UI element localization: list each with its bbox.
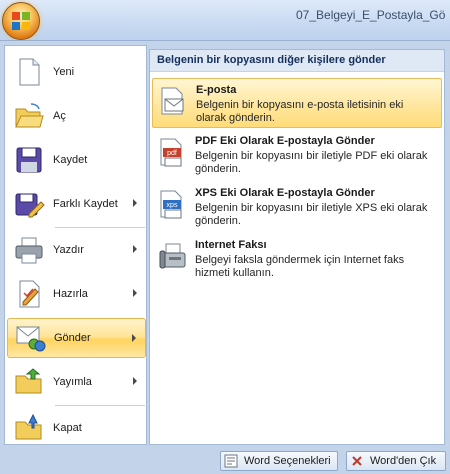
office-menu-commands: Yeni Aç Kaydet Farklı Kaydet Yazdır Hazı… (4, 45, 147, 445)
svg-text:xps: xps (167, 202, 178, 209)
menu-item-label: Yeni (53, 66, 75, 78)
submenu-item-description: Belgeyi faksla göndermek için Internet f… (195, 254, 405, 279)
submenu-arrow-icon (133, 289, 137, 297)
svg-text:pdf: pdf (167, 150, 177, 157)
options-icon (224, 454, 238, 468)
submenu-arrow-icon (132, 334, 136, 342)
submenu-header: Belgenin bir kopyasını diğer kişilere gö… (150, 50, 444, 72)
submenu-item-email[interactable]: E-posta Belgenin bir kopyasını e-posta i… (152, 78, 442, 128)
exit-word-button[interactable]: Word'den Çık (346, 451, 446, 471)
submenu-arrow-icon (133, 245, 137, 253)
save-disk-icon (13, 144, 45, 176)
submenu-item-internet-fax[interactable]: Internet Faksı Belgeyi faksla göndermek … (152, 234, 442, 284)
printer-icon (13, 234, 45, 266)
submenu-item-description: Belgenin bir kopyasını bir iletiyle XPS … (195, 202, 428, 227)
office-button[interactable] (2, 2, 40, 40)
menu-item-label: Kapat (53, 422, 82, 434)
menu-item-label: Kaydet (53, 154, 88, 166)
publish-icon (13, 366, 45, 398)
exit-word-label: Word'den Çık (370, 455, 437, 467)
close-x-icon (350, 454, 364, 468)
send-submenu: Belgenin bir kopyasını diğer kişilere gö… (149, 49, 445, 445)
xps-email-icon: xps (157, 188, 187, 220)
menu-item-label: Hazırla (53, 288, 88, 300)
menu-item-publish[interactable]: Yayımla (7, 362, 146, 402)
submenu-item-title: XPS Eki Olarak E-postayla Gönder (195, 187, 375, 199)
submenu-item-title: E-posta (196, 84, 237, 96)
menu-item-open[interactable]: Aç (7, 96, 146, 136)
window-title: 07_Belgeyi_E_Postayla_Gönder (296, 8, 446, 22)
menu-item-label: Gönder (54, 332, 91, 344)
menu-item-send[interactable]: Gönder (7, 318, 146, 358)
email-icon (158, 85, 188, 117)
submenu-item-description: Belgenin bir kopyasını bir iletiyle PDF … (195, 150, 428, 175)
office-menu: Yeni Aç Kaydet Farklı Kaydet Yazdır Hazı… (0, 40, 450, 474)
menu-separator (55, 227, 145, 228)
menu-item-label: Aç (53, 110, 66, 122)
office-logo-icon (12, 12, 30, 30)
menu-item-print[interactable]: Yazdır (7, 230, 146, 270)
menu-separator (55, 405, 145, 406)
submenu-arrow-icon (133, 377, 137, 385)
open-folder-icon (13, 100, 45, 132)
pdf-email-icon: pdf (157, 136, 187, 168)
word-options-button[interactable]: Word Seçenekleri (220, 451, 338, 471)
send-icon (14, 322, 46, 354)
menu-item-label: Yazdır (53, 244, 84, 256)
menu-item-save[interactable]: Kaydet (7, 140, 146, 180)
new-document-icon (13, 56, 45, 88)
submenu-arrow-icon (133, 199, 137, 207)
menu-item-prepare[interactable]: Hazırla (7, 274, 146, 314)
word-options-label: Word Seçenekleri (244, 455, 331, 467)
menu-item-close[interactable]: Kapat (7, 408, 146, 448)
submenu-item-title: Internet Faksı (195, 239, 267, 251)
save-as-icon (13, 188, 45, 220)
fax-icon (157, 240, 187, 272)
prepare-icon (13, 278, 45, 310)
submenu-item-title: PDF Eki Olarak E-postayla Gönder (195, 135, 375, 147)
submenu-item-description: Belgenin bir kopyasını e-posta iletisini… (196, 99, 404, 124)
menu-item-new[interactable]: Yeni (7, 52, 146, 92)
menu-item-save-as[interactable]: Farklı Kaydet (7, 184, 146, 224)
close-folder-icon (13, 412, 45, 444)
submenu-item-pdf-email[interactable]: pdf PDF Eki Olarak E-postayla Gönder Bel… (152, 130, 442, 180)
title-bar: 07_Belgeyi_E_Postayla_Gönder (0, 0, 450, 44)
menu-item-label: Farklı Kaydet (53, 198, 118, 210)
submenu-item-xps-email[interactable]: xps XPS Eki Olarak E-postayla Gönder Bel… (152, 182, 442, 232)
menu-item-label: Yayımla (53, 376, 92, 388)
